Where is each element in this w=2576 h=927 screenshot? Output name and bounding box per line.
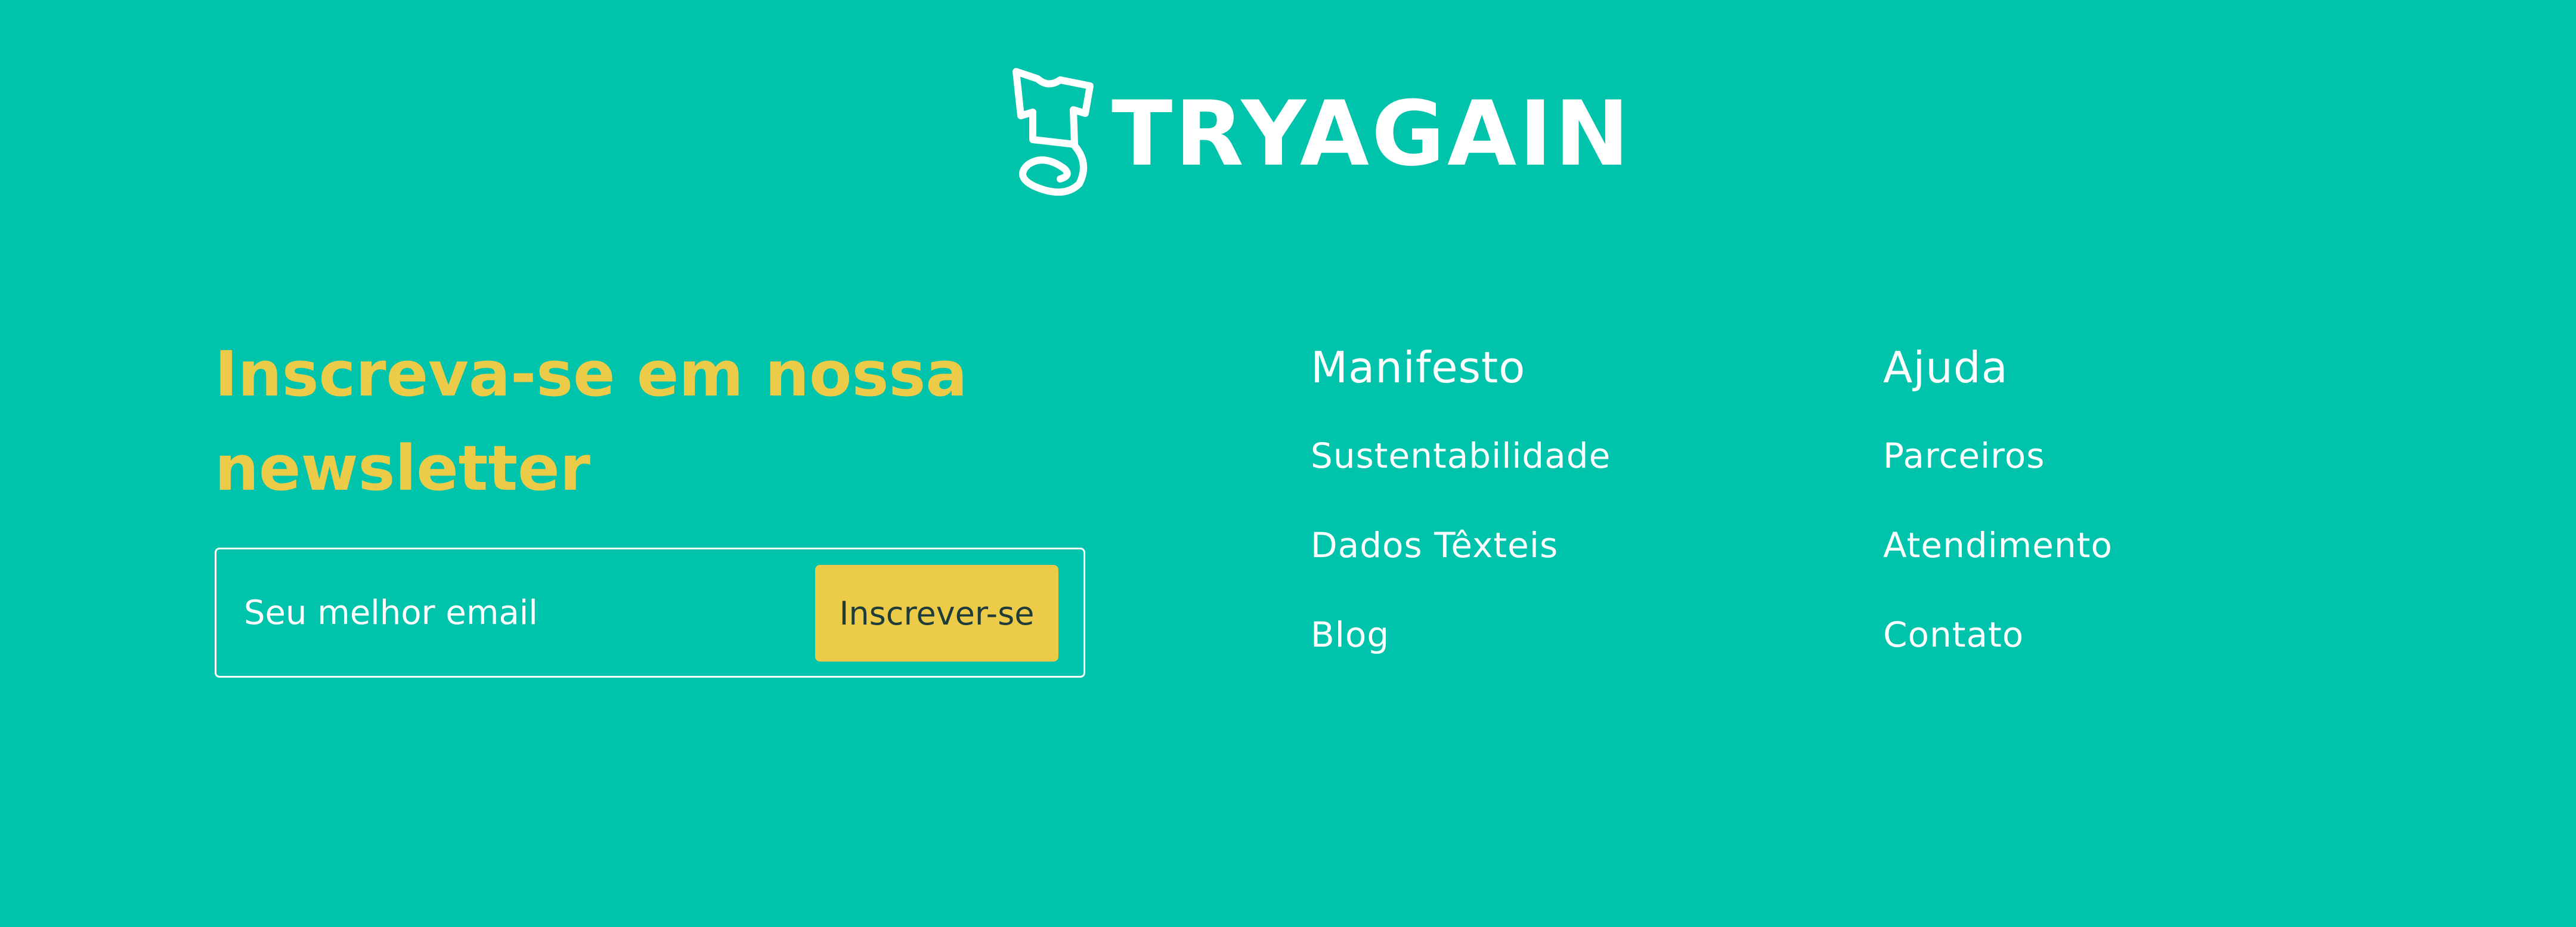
newsletter-form: Inscrever-se [215,548,1085,678]
footer-column-manifesto: Manifesto Sustentabilidade Dados Têxteis… [1311,339,1788,702]
list-item: Sustentabilidade [1311,433,1788,523]
list-item: Contato [1883,612,2360,702]
subscribe-button[interactable]: Inscrever-se [815,565,1058,662]
link-contato[interactable]: Contato [1883,612,2024,657]
link-sustentabilidade[interactable]: Sustentabilidade [1311,433,1611,478]
link-list-manifesto: Sustentabilidade Dados Têxteis Blog [1311,433,1788,702]
link-atendimento[interactable]: Atendimento [1883,523,2113,568]
list-item: Dados Têxteis [1311,523,1788,612]
tshirt-spiral-logo-icon [1013,68,1094,196]
link-dados-texteis[interactable]: Dados Têxteis [1311,523,1558,568]
list-item: Parceiros [1883,433,2360,523]
list-item: Atendimento [1883,523,2360,612]
column-heading-ajuda: Ajuda [1883,342,2008,393]
link-parceiros[interactable]: Parceiros [1883,433,2045,478]
link-blog[interactable]: Blog [1311,612,1389,657]
brand-wordmark: TRYAGAIN [1111,82,1632,186]
newsletter-title: Inscreva-se em nossa newsletter [215,338,968,505]
list-item: Blog [1311,612,1788,702]
email-input[interactable] [216,549,807,676]
site-footer: TRYAGAIN Inscreva-se em nossa newsletter… [0,0,2576,927]
brand-logo[interactable]: TRYAGAIN [1007,67,1632,196]
link-list-ajuda: Parceiros Atendimento Contato [1883,433,2360,702]
footer-column-ajuda: Ajuda Parceiros Atendimento Contato [1883,339,2360,702]
column-heading-manifesto: Manifesto [1311,342,1526,393]
